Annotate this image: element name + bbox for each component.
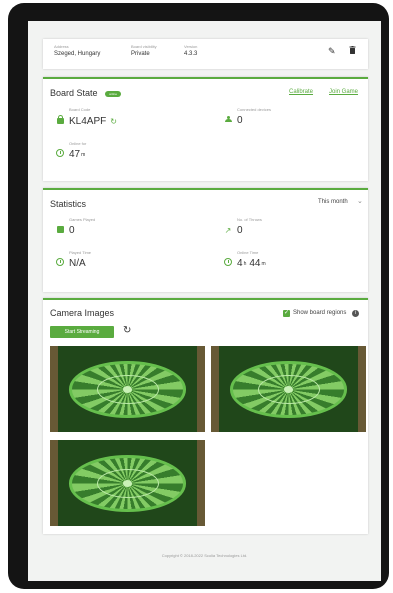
online-time-hours-unit: h (243, 260, 247, 267)
show-regions-checkbox[interactable]: ✓ (283, 310, 290, 317)
games-played-label: Games Played (69, 217, 96, 222)
statistics-card: Statistics This month ⌄ Games Played 0 N… (43, 188, 368, 292)
throws-value: 0 (237, 225, 243, 236)
join-game-link[interactable]: Join Game (329, 89, 358, 95)
person-icon (223, 115, 233, 126)
trash-icon[interactable] (349, 46, 356, 56)
clock-icon (223, 258, 233, 269)
board-code-value: KL4APF (69, 115, 107, 127)
board-info-card: Address Szeged, Hungary Board visibility… (43, 39, 368, 69)
lock-icon (55, 114, 65, 127)
connected-devices-value: 0 (237, 115, 243, 126)
throws-label: No. of Throws (237, 217, 262, 222)
pencil-icon[interactable]: ✎ (328, 46, 336, 57)
connected-devices-stat: Connected devices 0 (223, 107, 271, 126)
board-code-label: Board Code (69, 107, 91, 112)
calibrate-link[interactable]: Calibrate (289, 89, 313, 95)
refresh-icon[interactable]: ↻ (123, 325, 131, 336)
version-label: Version (184, 44, 198, 49)
device-frame: Address Szeged, Hungary Board visibility… (8, 3, 389, 589)
visibility-value: Private (131, 51, 150, 57)
camera-image-1 (50, 346, 205, 432)
period-select[interactable]: This month (318, 199, 348, 205)
chevron-down-icon[interactable]: ⌄ (357, 197, 363, 205)
address-field: Address Szeged, Hungary (54, 44, 100, 57)
connected-devices-label: Connected devices (237, 107, 272, 112)
online-time-label: Online Time (237, 250, 259, 255)
board-code-stat: Board Code KL4APF ↻ (55, 107, 117, 127)
online-for-stat: Online for 47 m (55, 141, 86, 160)
statistics-title: Statistics (50, 199, 87, 209)
start-streaming-button[interactable]: Start Streaming (50, 326, 114, 338)
online-for-label: Online for (69, 141, 87, 146)
version-field: Version 4.3.3 (184, 44, 197, 57)
dart-icon: ↗ (224, 225, 232, 235)
status-badge: online (105, 91, 122, 97)
games-played-stat: Games Played 0 (55, 217, 95, 236)
played-time-value: N/A (69, 258, 86, 269)
address-value: Szeged, Hungary (54, 51, 101, 57)
online-for-unit: m (81, 151, 86, 158)
visibility-label: Board visibility (131, 44, 157, 49)
scoreboard-icon (55, 225, 65, 236)
camera-images-title: Camera Images (50, 308, 115, 318)
online-for-value: 47 (69, 149, 81, 160)
clock-icon (55, 149, 65, 160)
camera-image-2 (211, 346, 366, 432)
board-state-title: Board State (50, 88, 98, 98)
show-regions-label[interactable]: Show board regions (293, 310, 346, 316)
throws-stat: No. of Throws ↗ 0 (223, 217, 262, 236)
play-circle-icon (55, 258, 65, 269)
games-played-value: 0 (69, 225, 75, 236)
online-time-minutes: 44 (249, 258, 261, 269)
camera-images-card: Camera Images ✓ Show board regions i Sta… (43, 298, 368, 534)
played-time-label: Played Time (69, 250, 92, 255)
board-state-card: Board State online Calibrate Join Game B… (43, 77, 368, 181)
footer-copyright: Copyright © 2018-2022 Scolia Technologie… (161, 553, 248, 558)
online-time-stat: Online Time 4 h 44 m (223, 250, 266, 269)
camera-image-3 (50, 440, 205, 526)
address-label: Address (54, 44, 69, 49)
online-time-minutes-unit: m (261, 260, 266, 267)
app-screen: Address Szeged, Hungary Board visibility… (28, 21, 381, 581)
refresh-code-icon[interactable]: ↻ (110, 117, 117, 126)
info-icon[interactable]: i (352, 310, 359, 317)
played-time-stat: Played Time N/A (55, 250, 91, 269)
visibility-field: Board visibility Private (131, 44, 157, 57)
version-value: 4.3.3 (184, 51, 198, 57)
online-time-hours: 4 (237, 258, 243, 269)
